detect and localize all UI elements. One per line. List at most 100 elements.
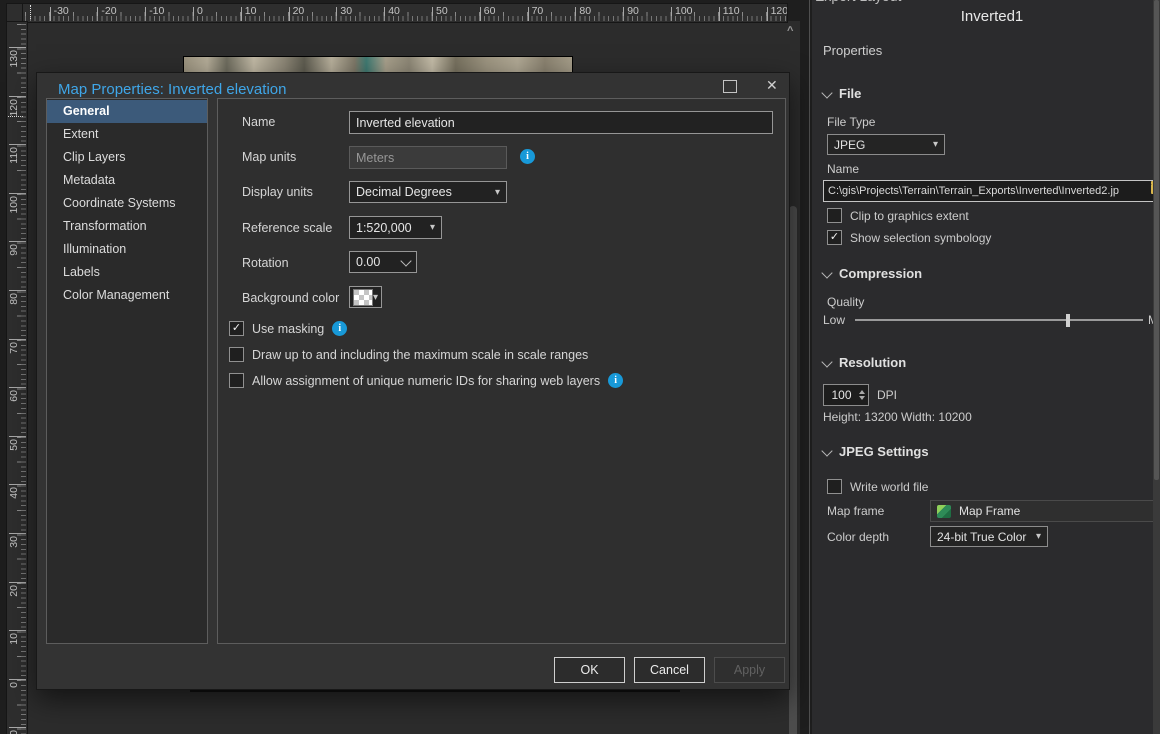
tab-illumination[interactable]: Illumination [47, 238, 207, 261]
info-icon[interactable]: i [608, 373, 623, 388]
ruler-tick-label: 120 [8, 99, 20, 117]
ruler-tick-label: 60 [8, 390, 20, 402]
reference-scale-value: 1:520,000 [356, 221, 412, 235]
ruler-tick-label: 40 [8, 487, 20, 499]
ruler-cursor-indicator-v [8, 116, 23, 117]
ruler-tick-label: 100 [675, 5, 693, 17]
color-depth-dropdown[interactable]: 24-bit True Color ▾ [930, 526, 1048, 547]
use-masking-row: ✓ Use masking i [229, 321, 347, 336]
dialog-content: Name Map units Meters i Display units De… [217, 98, 786, 644]
ruler-major-tick [528, 7, 529, 21]
info-icon[interactable]: i [332, 321, 347, 336]
compression-section-header[interactable]: Compression [823, 266, 922, 281]
draw-max-scale-checkbox[interactable]: ✓ [229, 347, 244, 362]
tab-extent[interactable]: Extent [47, 123, 207, 146]
reference-scale-label: Reference scale [242, 221, 332, 235]
ruler-major-tick [9, 436, 26, 437]
spin-down-icon[interactable] [859, 396, 865, 400]
ruler-tick-label: 80 [579, 5, 591, 17]
ruler-tick-label: 130 [8, 50, 20, 68]
tab-coordinate-systems[interactable]: Coordinate Systems [47, 192, 207, 215]
ruler-tick-label: -10 [8, 730, 20, 734]
quality-slider[interactable] [855, 319, 1143, 321]
map-frame-dropdown[interactable]: Map Frame [930, 500, 1160, 522]
ruler-major-tick [623, 7, 624, 21]
info-icon[interactable]: i [520, 149, 535, 164]
ruler-major-tick [9, 679, 26, 680]
file-section-title: File [839, 86, 861, 101]
dpi-spinner[interactable]: 100 [823, 384, 869, 406]
selection-symbology-label: Show selection symbology [850, 231, 991, 245]
ruler-tick-label: 20 [8, 585, 20, 597]
cancel-button[interactable]: Cancel [634, 657, 705, 683]
ruler-major-tick [9, 727, 26, 728]
output-path-input[interactable]: C:\gis\Projects\Terrain\Terrain_Exports\… [823, 180, 1159, 202]
draw-max-scale-row: ✓ Draw up to and including the maximum s… [229, 347, 588, 362]
rotation-combobox[interactable]: 0.00 [349, 251, 417, 273]
ruler-tick-label: 50 [436, 5, 448, 17]
ruler-major-tick [9, 387, 26, 388]
spinner-arrows[interactable] [859, 390, 865, 400]
use-masking-label: Use masking [252, 322, 324, 336]
chevron-down-icon [821, 356, 832, 367]
scrollbar-thumb[interactable] [789, 206, 797, 734]
pane-splitter[interactable] [800, 0, 812, 734]
spin-up-icon[interactable] [859, 390, 865, 394]
ruler-tick-label: 30 [8, 536, 20, 548]
draw-max-scale-label: Draw up to and including the maximum sca… [252, 348, 588, 362]
close-icon[interactable]: ✕ [766, 77, 778, 94]
resolution-section-header[interactable]: Resolution [823, 355, 906, 370]
tab-labels[interactable]: Labels [47, 261, 207, 284]
jpeg-settings-section-header[interactable]: JPEG Settings [823, 444, 929, 459]
maximize-icon[interactable] [723, 80, 737, 93]
layout-page-map-edge [183, 56, 573, 73]
ruler-major-tick [767, 7, 768, 21]
scrollbar-thumb[interactable] [1154, 0, 1159, 480]
ruler-major-tick [241, 7, 242, 21]
pane-header-clipped: Export Layout [815, 0, 901, 4]
ruler-major-tick [9, 47, 26, 48]
page-shadow [190, 690, 680, 692]
display-units-dropdown[interactable]: Decimal Degrees ▾ [349, 181, 507, 203]
background-color-label: Background color [242, 291, 339, 305]
export-item-title: Inverted1 [812, 8, 1160, 25]
file-type-dropdown[interactable]: JPEG ▾ [827, 134, 945, 155]
world-file-checkbox[interactable]: ✓ [827, 479, 842, 494]
selection-symbology-checkbox[interactable]: ✓ [827, 230, 842, 245]
ruler-major-tick [289, 7, 290, 21]
ruler-major-tick [97, 7, 98, 21]
scroll-up-icon[interactable]: ^ [787, 25, 793, 37]
quality-slider-handle[interactable] [1066, 314, 1070, 327]
map-frame-label: Map frame [827, 504, 884, 518]
ruler-tick-label: 10 [245, 5, 257, 17]
use-masking-checkbox[interactable]: ✓ [229, 321, 244, 336]
no-color-swatch [353, 289, 373, 306]
file-section-header[interactable]: File [823, 86, 861, 101]
ruler-tick-label: 120 [771, 5, 788, 17]
tab-color-management[interactable]: Color Management [47, 284, 207, 307]
quality-label: Quality [827, 295, 864, 309]
reference-scale-dropdown[interactable]: 1:520,000 ▾ [349, 216, 442, 239]
chevron-down-icon [821, 445, 832, 456]
ruler-major-tick [9, 339, 26, 340]
export-pane: Export Layout Inverted1 Properties File … [812, 0, 1160, 734]
export-pane-scrollbar[interactable] [1153, 0, 1160, 734]
ruler-tick-label: -20 [101, 5, 116, 17]
tab-transformation[interactable]: Transformation [47, 215, 207, 238]
tab-clip-layers[interactable]: Clip Layers [47, 146, 207, 169]
background-color-picker[interactable]: ▾ [349, 286, 382, 308]
tab-metadata[interactable]: Metadata [47, 169, 207, 192]
tab-general[interactable]: General [47, 100, 207, 123]
clip-extent-checkbox[interactable]: ✓ [827, 208, 842, 223]
ruler-major-tick [145, 7, 146, 21]
selection-symbology-row: ✓ Show selection symbology [827, 230, 991, 245]
unique-ids-checkbox[interactable]: ✓ [229, 373, 244, 388]
name-input[interactable] [349, 111, 773, 134]
quality-min-label: Low [823, 313, 845, 327]
chevron-down-icon: ▾ [933, 139, 938, 150]
map-properties-dialog: Map Properties: Inverted elevation ✕ Gen… [36, 72, 790, 690]
ruler-major-tick [9, 533, 26, 534]
ruler-tick-label: -30 [54, 5, 69, 17]
ok-button[interactable]: OK [554, 657, 625, 683]
properties-label: Properties [823, 43, 882, 58]
